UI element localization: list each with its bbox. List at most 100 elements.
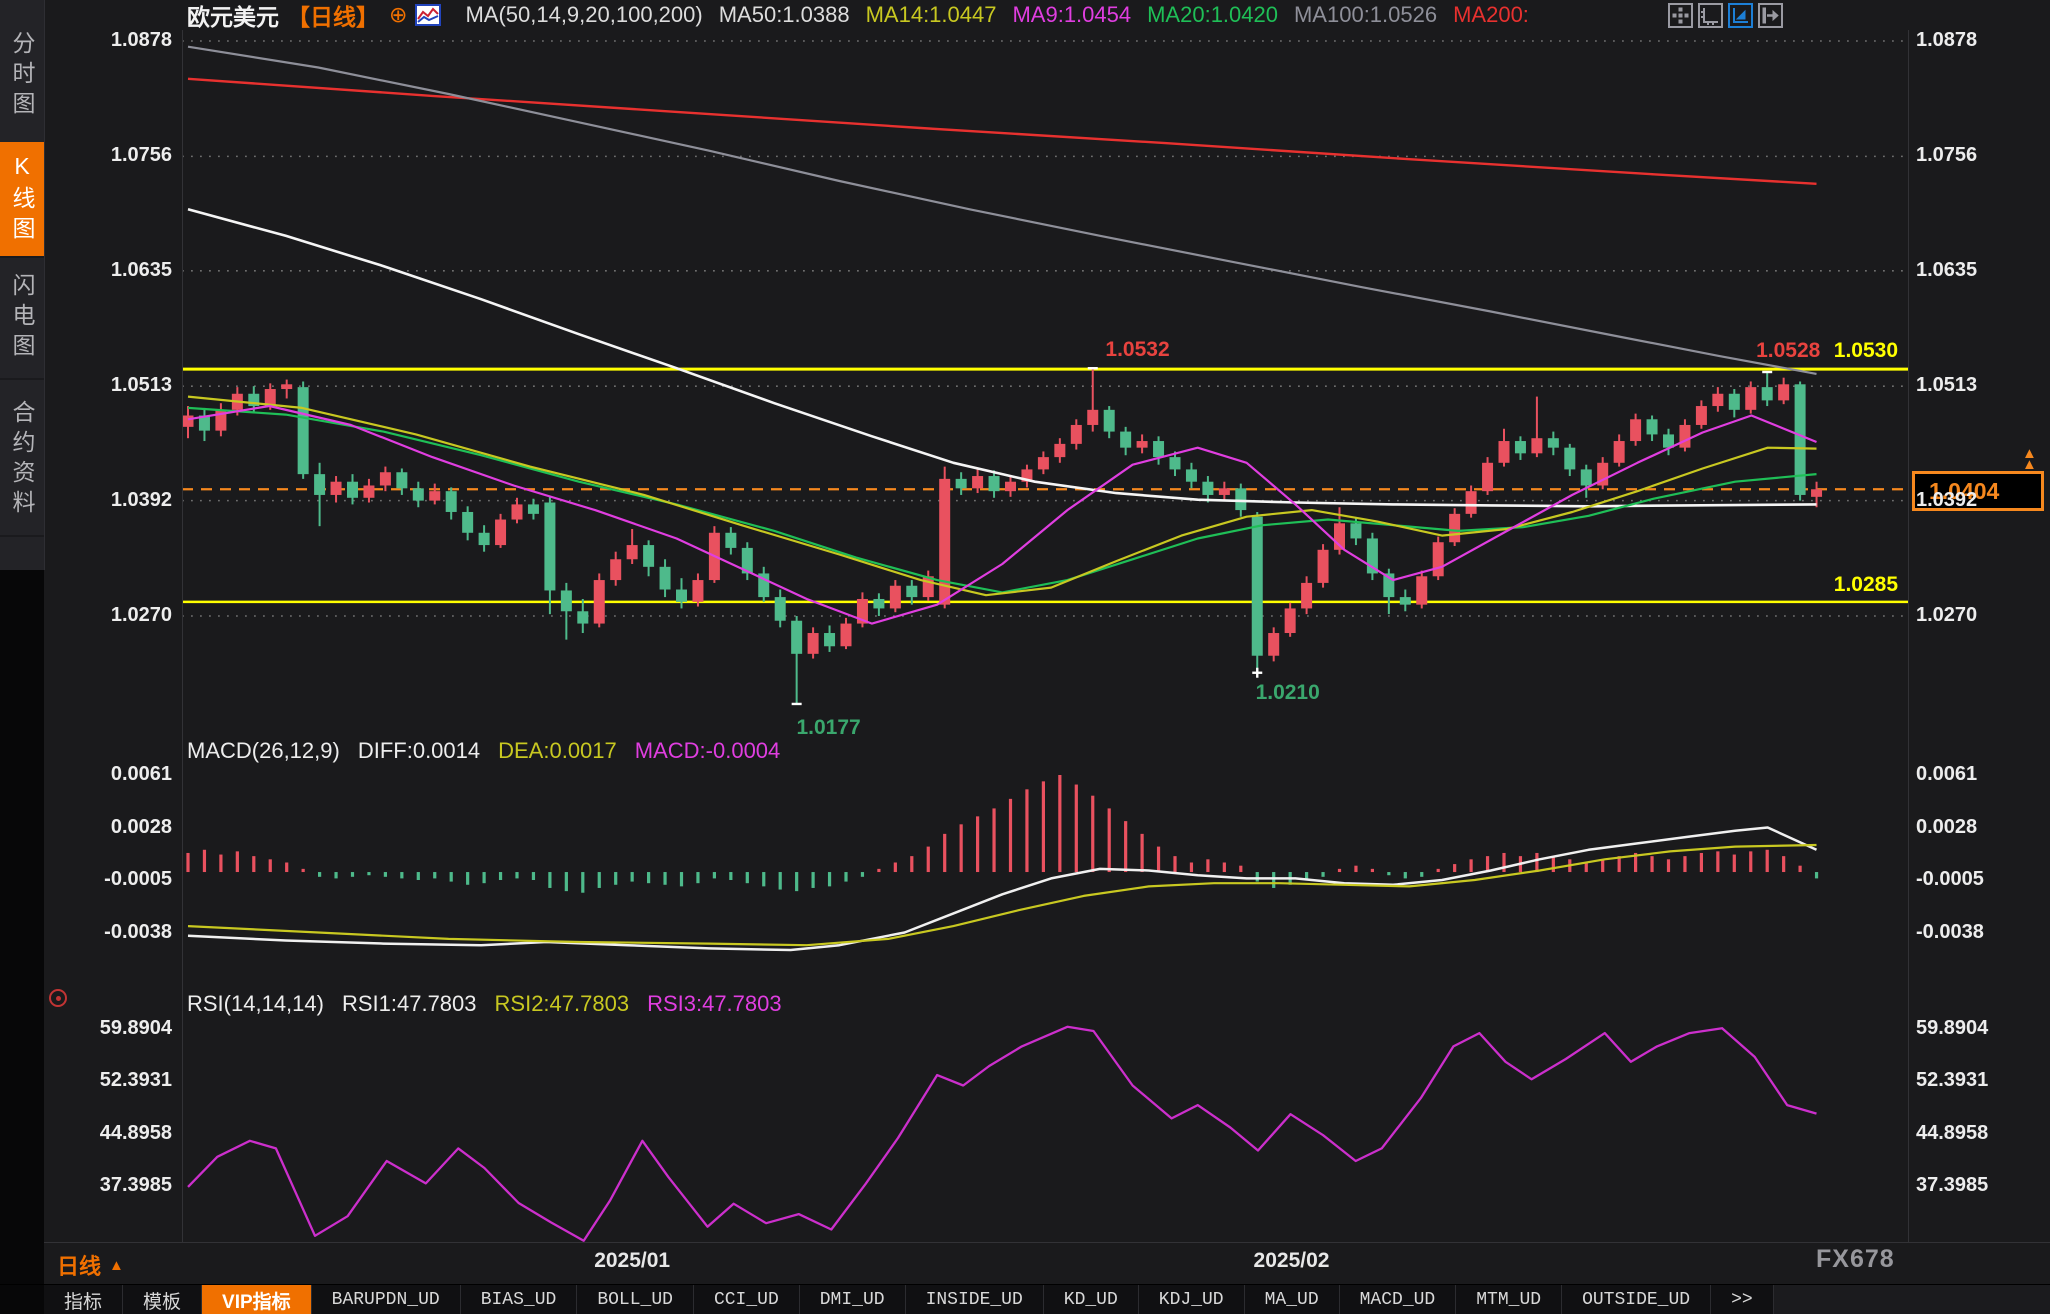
- candle-body[interactable]: [660, 567, 671, 590]
- candle-body[interactable]: [1647, 419, 1658, 434]
- grid-cross-icon[interactable]: [1668, 3, 1693, 28]
- tab-boll-ud[interactable]: BOLL_UD: [577, 1285, 694, 1314]
- candle-body[interactable]: [808, 633, 819, 654]
- candle-body[interactable]: [1449, 514, 1460, 542]
- candle-body[interactable]: [1202, 482, 1213, 495]
- candle-body[interactable]: [1170, 457, 1181, 469]
- candle-body[interactable]: [512, 504, 523, 519]
- candle-body[interactable]: [528, 504, 539, 513]
- candle-body[interactable]: [1614, 441, 1625, 463]
- candle-body[interactable]: [972, 476, 983, 488]
- tab-cci-ud[interactable]: CCI_UD: [694, 1285, 800, 1314]
- axis-arrow-icon[interactable]: [1728, 3, 1753, 28]
- tab--[interactable]: >>: [1711, 1285, 1774, 1314]
- candle-body[interactable]: [1268, 633, 1279, 656]
- candle-body[interactable]: [446, 491, 457, 512]
- candle-body[interactable]: [1186, 469, 1197, 481]
- candle-body[interactable]: [1153, 441, 1164, 457]
- candle-body[interactable]: [890, 586, 901, 609]
- candle-body[interactable]: [1400, 597, 1411, 605]
- candle-body[interactable]: [1778, 384, 1789, 400]
- candle-body[interactable]: [495, 520, 506, 546]
- tab-inside-ud[interactable]: INSIDE_UD: [906, 1285, 1044, 1314]
- candle-body[interactable]: [183, 416, 194, 427]
- candle-body[interactable]: [1630, 419, 1641, 441]
- candle-body[interactable]: [1219, 488, 1230, 495]
- candle-body[interactable]: [1120, 432, 1131, 448]
- candle-body[interactable]: [1531, 438, 1542, 453]
- candle-body[interactable]: [1104, 410, 1115, 432]
- candle-body[interactable]: [1564, 448, 1575, 470]
- candle-body[interactable]: [989, 476, 1000, 491]
- candle-body[interactable]: [544, 503, 555, 591]
- candle-body[interactable]: [413, 488, 424, 500]
- circle-plus-icon[interactable]: ⊕: [389, 4, 407, 26]
- candle-body[interactable]: [873, 599, 884, 608]
- candle-body[interactable]: [1466, 491, 1477, 514]
- candle-body[interactable]: [1811, 489, 1822, 497]
- candle-body[interactable]: [462, 512, 473, 533]
- candle-body[interactable]: [577, 611, 588, 623]
- candle-body[interactable]: [331, 482, 342, 495]
- tab--[interactable]: 模板: [123, 1285, 202, 1314]
- candle-body[interactable]: [1548, 438, 1559, 447]
- candle-body[interactable]: [1729, 394, 1740, 410]
- shift-right-icon[interactable]: [1758, 3, 1783, 28]
- candle-body[interactable]: [692, 580, 703, 602]
- candle-body[interactable]: [561, 590, 572, 611]
- candle-body[interactable]: [396, 472, 407, 488]
- candle-body[interactable]: [281, 384, 292, 389]
- candle-body[interactable]: [676, 590, 687, 602]
- tab-macd-ud[interactable]: MACD_UD: [1340, 1285, 1457, 1314]
- candle-body[interactable]: [1054, 444, 1065, 457]
- candle-body[interactable]: [1696, 406, 1707, 425]
- candle-body[interactable]: [429, 491, 440, 500]
- candle-body[interactable]: [1285, 608, 1296, 633]
- tab-bias-ud[interactable]: BIAS_UD: [461, 1285, 578, 1314]
- candle-body[interactable]: [1482, 463, 1493, 491]
- tab-outside-ud[interactable]: OUTSIDE_UD: [1562, 1285, 1711, 1314]
- candle-body[interactable]: [1433, 542, 1444, 576]
- candle-body[interactable]: [791, 621, 802, 654]
- candle-body[interactable]: [298, 387, 309, 474]
- tab-kdj-ud[interactable]: KDJ_UD: [1139, 1285, 1245, 1314]
- tab-dmi-ud[interactable]: DMI_UD: [800, 1285, 906, 1314]
- candle-body[interactable]: [1515, 441, 1526, 453]
- chart-canvas[interactable]: [0, 0, 2050, 1314]
- candle-body[interactable]: [643, 545, 654, 567]
- candle-body[interactable]: [314, 474, 325, 495]
- candle-body[interactable]: [610, 559, 621, 580]
- candle-body[interactable]: [363, 485, 374, 497]
- candle-body[interactable]: [1235, 488, 1246, 510]
- candle-body[interactable]: [1416, 576, 1427, 604]
- candle-body[interactable]: [1301, 583, 1312, 609]
- tab--[interactable]: 指标: [44, 1285, 123, 1314]
- tab-mtm-ud[interactable]: MTM_UD: [1456, 1285, 1562, 1314]
- candle-body[interactable]: [347, 482, 358, 498]
- candle-body[interactable]: [1005, 482, 1016, 491]
- candle-body[interactable]: [627, 545, 638, 559]
- axis-ticks-icon[interactable]: [1698, 3, 1723, 28]
- candle-body[interactable]: [1318, 550, 1329, 583]
- candle-body[interactable]: [906, 586, 917, 597]
- candle-body[interactable]: [594, 580, 605, 624]
- candle-body[interactable]: [1745, 387, 1756, 410]
- chart-style-icon[interactable]: [415, 4, 441, 26]
- candle-body[interactable]: [1038, 457, 1049, 469]
- tab-vip-[interactable]: VIP指标: [202, 1285, 312, 1314]
- candle-body[interactable]: [1071, 425, 1082, 444]
- candle-body[interactable]: [1712, 394, 1723, 406]
- candle-body[interactable]: [1499, 441, 1510, 463]
- candle-body[interactable]: [1679, 425, 1690, 448]
- candle-body[interactable]: [1087, 410, 1098, 425]
- tab-kd-ud[interactable]: KD_UD: [1044, 1285, 1139, 1314]
- target-icon[interactable]: [49, 989, 67, 1007]
- candle-body[interactable]: [841, 624, 852, 647]
- period-selector-button[interactable]: 日线 ▲: [57, 1249, 124, 1281]
- candle-body[interactable]: [380, 472, 391, 485]
- candle-body[interactable]: [824, 633, 835, 646]
- candle-body[interactable]: [775, 597, 786, 621]
- candle-body[interactable]: [1350, 523, 1361, 538]
- candle-body[interactable]: [1252, 517, 1263, 656]
- candle-body[interactable]: [1795, 384, 1806, 495]
